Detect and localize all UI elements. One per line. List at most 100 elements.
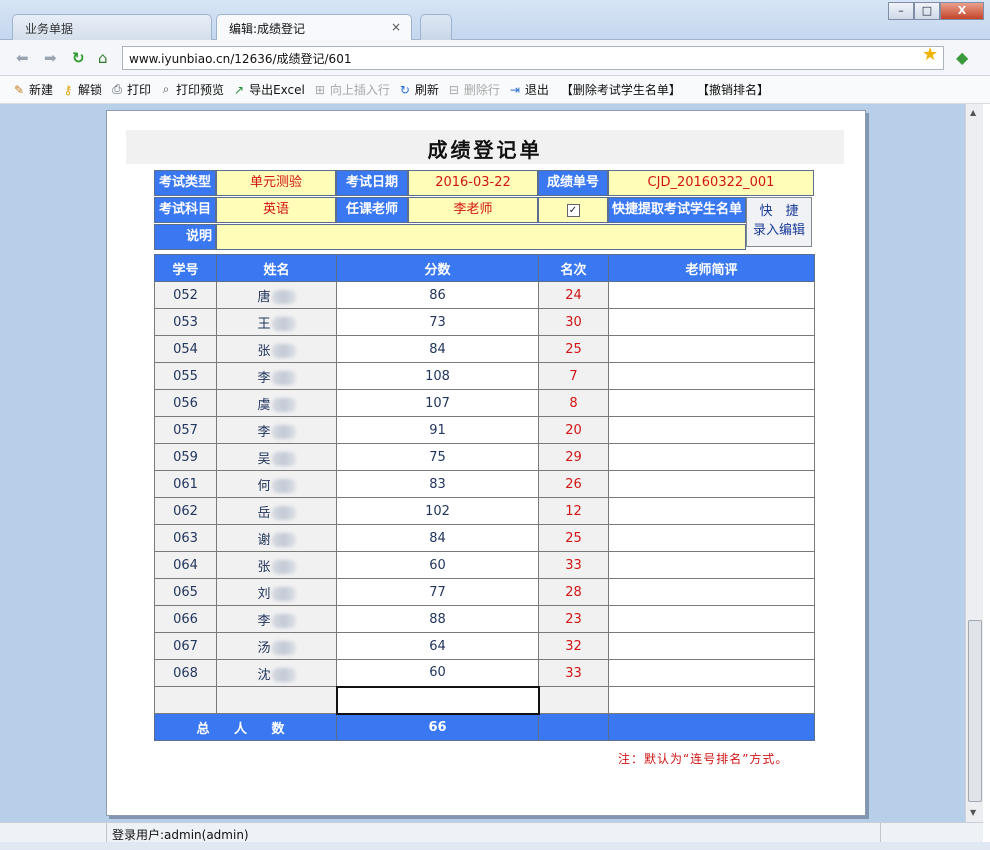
delete-row-button[interactable]: ⊟ 删除行 — [447, 81, 500, 98]
total-rank-blank — [538, 713, 609, 741]
reload-icon[interactable]: ↻ — [72, 49, 85, 67]
score-cell[interactable]: 75 — [336, 443, 539, 471]
comment-cell[interactable] — [608, 524, 815, 552]
scroll-down-icon[interactable]: ▼ — [970, 808, 976, 817]
student-name-text: 何 — [257, 478, 271, 494]
forward-arrow-icon[interactable]: ➡ — [44, 49, 57, 67]
comment-cell[interactable] — [608, 632, 815, 660]
table-row: 068 沈 60 33 — [154, 659, 815, 687]
score-cell[interactable]: 84 — [336, 335, 539, 363]
minimize-button[interactable]: – — [888, 2, 914, 20]
student-name-cell: 张 — [216, 335, 337, 363]
score-cell[interactable]: 84 — [336, 524, 539, 552]
student-name-cell: 李 — [216, 605, 337, 633]
comment-cell[interactable] — [608, 416, 815, 444]
delete-student-list-button[interactable]: 【删除考试学生名单】 — [561, 81, 681, 98]
redacted-name-blur — [271, 425, 296, 439]
star-icon[interactable]: ★ — [922, 44, 938, 65]
insert-row-above-button[interactable]: ⊞ 向上插入行 — [313, 81, 390, 98]
comment-cell[interactable] — [608, 335, 815, 363]
student-id-cell: 053 — [154, 308, 217, 336]
redacted-name-blur — [271, 506, 296, 520]
score-cell[interactable]: 60 — [336, 659, 539, 687]
cancel-ranking-button[interactable]: 【撤销排名】 — [697, 81, 769, 98]
delete-row-icon: ⊟ — [448, 82, 459, 97]
comment-cell[interactable] — [608, 659, 815, 687]
exam-date-field[interactable]: 2016-03-22 — [408, 170, 538, 196]
student-name-text: 岳 — [257, 505, 271, 521]
remark-field[interactable] — [216, 224, 746, 250]
comment-cell[interactable] — [608, 308, 815, 336]
quick-fetch-checkbox-cell: ✓ — [538, 197, 608, 223]
table-row: 065 刘 77 28 — [154, 578, 815, 606]
comment-cell[interactable] — [608, 605, 815, 633]
close-window-button[interactable]: X — [940, 2, 984, 20]
export-excel-button[interactable]: ↗ 导出Excel — [232, 81, 305, 98]
home-icon[interactable]: ⌂ — [98, 49, 108, 67]
address-input[interactable] — [122, 46, 944, 70]
exam-type-field[interactable]: 单元测验 — [216, 170, 336, 196]
score-cell[interactable]: 83 — [336, 470, 539, 498]
comment-cell[interactable] — [608, 551, 815, 579]
back-arrow-icon[interactable]: ⬅ — [16, 49, 29, 67]
comment-cell[interactable] — [608, 362, 815, 390]
student-name-cell: 李 — [216, 416, 337, 444]
exit-button[interactable]: ⇥ 退出 — [508, 81, 549, 98]
quick-fetch-checkbox[interactable]: ✓ — [566, 204, 580, 217]
close-icon[interactable]: × — [391, 20, 401, 34]
empty-cell[interactable] — [608, 686, 815, 714]
comment-cell[interactable] — [608, 470, 815, 498]
active-score-input-cell[interactable] — [335, 685, 540, 715]
score-cell[interactable]: 88 — [336, 605, 539, 633]
comment-cell[interactable] — [608, 281, 815, 309]
rank-cell: 28 — [538, 578, 609, 606]
maximize-button[interactable]: □ — [914, 2, 940, 20]
comment-cell[interactable] — [608, 497, 815, 525]
refresh-button[interactable]: ↻ 刷新 — [398, 81, 439, 98]
print-button[interactable]: ⎙ 打印 — [110, 81, 151, 98]
key-icon: ⚷ — [63, 82, 73, 97]
refresh-label: 刷新 — [414, 83, 439, 97]
subject-field[interactable]: 英语 — [216, 197, 336, 223]
insert-row-label: 向上插入行 — [329, 83, 390, 97]
new-tab-button[interactable] — [420, 14, 452, 40]
vertical-scrollbar[interactable]: ▲ ▼ — [965, 104, 983, 822]
scroll-up-icon[interactable]: ▲ — [970, 108, 976, 117]
student-id-cell: 062 — [154, 497, 217, 525]
score-cell[interactable]: 73 — [336, 308, 539, 336]
comment-cell[interactable] — [608, 578, 815, 606]
student-id-cell: 066 — [154, 605, 217, 633]
table-body: 052 唐 86 24 053 王 73 30 054 张 84 25 055 李 108 7 056 虞 107 8… — [154, 281, 815, 741]
comment-cell[interactable] — [608, 443, 815, 471]
print-preview-button[interactable]: ⌕ 打印预览 — [159, 81, 224, 98]
score-cell[interactable]: 77 — [336, 578, 539, 606]
comment-cell[interactable] — [608, 389, 815, 417]
student-name-cell: 汤 — [216, 632, 337, 660]
extension-icon[interactable]: ◆ — [956, 49, 968, 67]
redacted-name-blur — [271, 398, 296, 412]
excel-icon: ↗ — [234, 82, 245, 97]
window-controls: – □ X — [888, 2, 984, 20]
quick-entry-button[interactable]: 快 捷 录入编辑 — [746, 197, 812, 247]
score-cell[interactable]: 91 — [336, 416, 539, 444]
navigation-bar: ⬅ ➡ ↻ ⌂ ★ ◆ — [0, 40, 990, 76]
score-cell[interactable]: 86 — [336, 281, 539, 309]
status-separator — [106, 823, 107, 843]
student-name-text: 刘 — [257, 586, 271, 602]
tab-business-documents[interactable]: 业务单据 — [12, 14, 212, 40]
score-cell[interactable]: 108 — [336, 362, 539, 390]
score-cell[interactable]: 64 — [336, 632, 539, 660]
table-row: 062 岳 102 12 — [154, 497, 815, 525]
score-cell[interactable]: 102 — [336, 497, 539, 525]
score-cell[interactable]: 107 — [336, 389, 539, 417]
new-button[interactable]: ✎ 新建 — [12, 81, 53, 98]
unlock-button[interactable]: ⚷ 解锁 — [61, 81, 102, 98]
score-cell[interactable]: 60 — [336, 551, 539, 579]
scroll-thumb[interactable] — [968, 620, 982, 802]
student-name-cell: 沈 — [216, 659, 337, 687]
tab-edit-score-registration[interactable]: 编辑:成绩登记 × — [216, 14, 412, 40]
student-name-cell: 何 — [216, 470, 337, 498]
student-name-text: 王 — [257, 316, 271, 332]
teacher-field[interactable]: 李老师 — [408, 197, 538, 223]
quick-entry-line1: 快 捷 — [759, 204, 799, 219]
